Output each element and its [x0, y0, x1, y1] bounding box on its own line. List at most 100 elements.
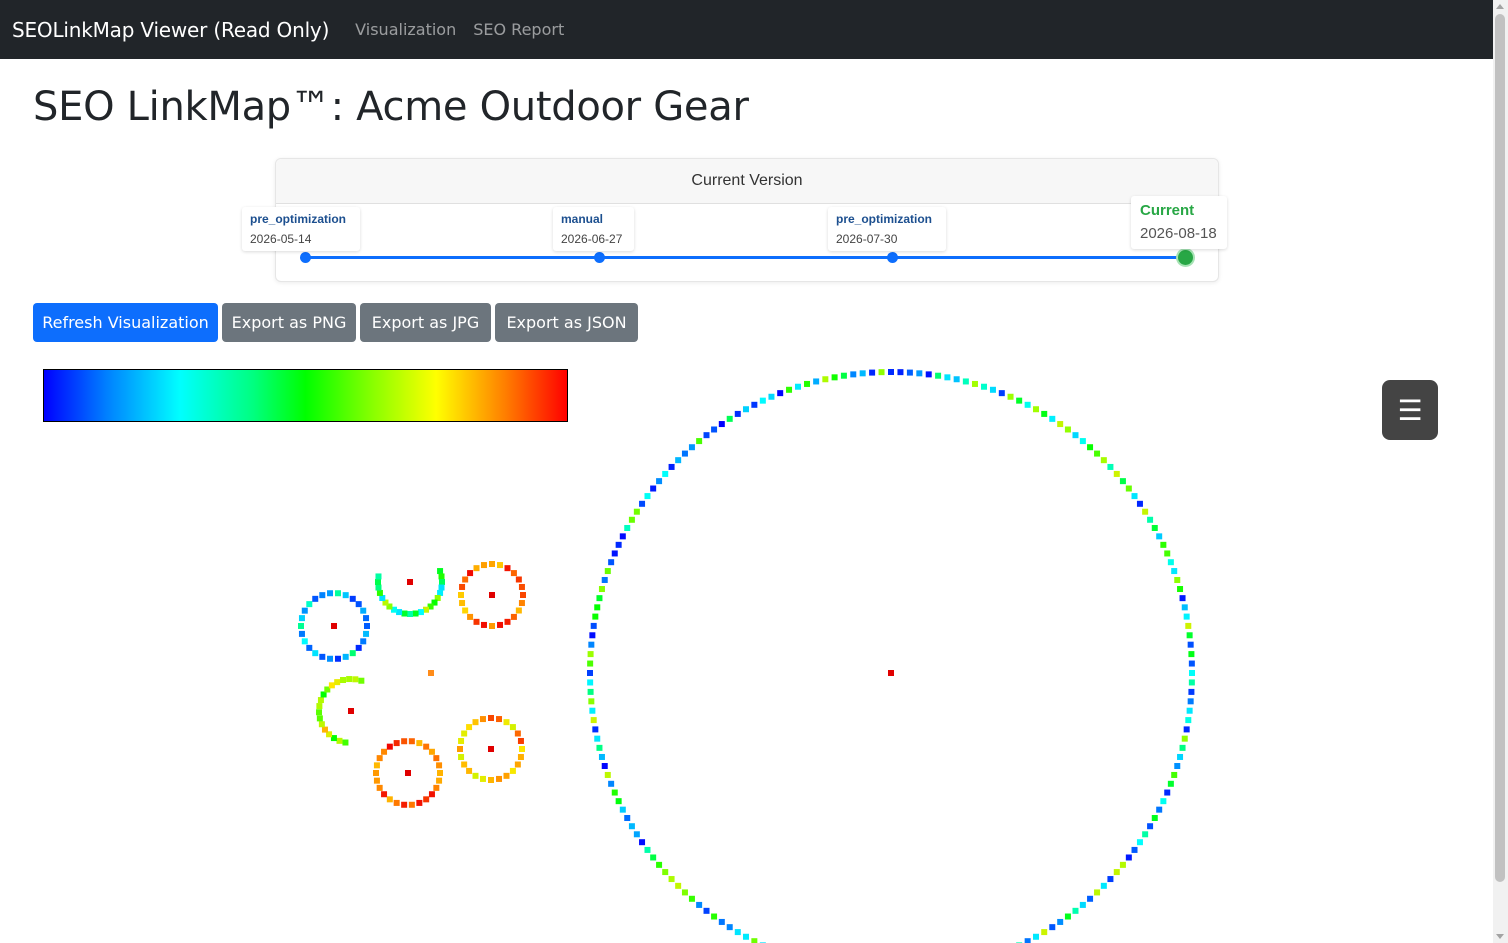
- page-node: [480, 562, 487, 569]
- page-node: [428, 791, 435, 798]
- page-node: [431, 599, 438, 606]
- page-node: [596, 595, 603, 602]
- scrollbar-thumb[interactable]: [1495, 14, 1505, 882]
- page-node: [342, 592, 349, 599]
- page-node: [1179, 595, 1186, 602]
- page-node: [461, 761, 468, 768]
- page-node: [588, 698, 595, 705]
- page-node: [319, 653, 326, 660]
- page-node: [1033, 933, 1040, 940]
- page-node: [1136, 500, 1143, 507]
- timeline-dot-version-1[interactable]: [300, 252, 311, 263]
- page-node: [298, 615, 305, 622]
- export-jpg-button[interactable]: Export as JPG: [360, 303, 491, 342]
- version-label-1[interactable]: pre_optimization 2026-05-14: [242, 207, 360, 251]
- page-title: SEO LinkMap™: Acme Outdoor Gear: [33, 84, 749, 130]
- color-scale-legend: [43, 369, 568, 422]
- page-node: [1151, 815, 1158, 822]
- timeline-dot-version-3[interactable]: [887, 252, 898, 263]
- page-node: [416, 740, 423, 747]
- page-node: [813, 378, 820, 385]
- page-node: [489, 561, 495, 567]
- timeline-track: [305, 256, 1187, 259]
- nav-link-seo-report[interactable]: SEO Report: [473, 20, 564, 39]
- page-node: [1049, 924, 1056, 931]
- page-node: [598, 586, 605, 593]
- page-node: [1100, 882, 1107, 889]
- page-node: [1185, 622, 1192, 629]
- page-node: [601, 763, 608, 770]
- page-node: [436, 777, 443, 784]
- page-node: [301, 638, 308, 645]
- page-node: [497, 562, 504, 569]
- menu-button[interactable]: ☰: [1382, 380, 1438, 440]
- page-node: [850, 371, 857, 378]
- page-node: [587, 679, 594, 686]
- page-scrollbar[interactable]: [1493, 0, 1508, 943]
- page-node: [1041, 929, 1048, 936]
- page-node: [1113, 470, 1120, 477]
- page-node: [1072, 907, 1079, 914]
- page-node: [1033, 406, 1040, 413]
- nav-link-visualization[interactable]: Visualization: [355, 20, 456, 39]
- page-node: [656, 861, 663, 868]
- page-node: [352, 676, 359, 683]
- page-node: [662, 869, 669, 876]
- page-node: [382, 599, 389, 606]
- page-node: [489, 623, 495, 629]
- page-node: [628, 823, 635, 830]
- page-node: [330, 735, 337, 742]
- page-node: [467, 613, 474, 620]
- page-node: [520, 592, 526, 598]
- refresh-visualization-button[interactable]: Refresh Visualization: [33, 303, 218, 342]
- version-label-current[interactable]: Current 2026-08-18: [1131, 196, 1227, 249]
- page-node: [458, 592, 464, 598]
- version-label-3[interactable]: pre_optimization 2026-07-30: [828, 207, 946, 251]
- version-name: pre_optimization: [250, 212, 347, 226]
- page-node: [587, 670, 593, 676]
- page-node: [1064, 426, 1071, 433]
- navbar-brand[interactable]: SEOLinkMap Viewer (Read Only): [12, 18, 329, 42]
- page-node: [590, 622, 597, 629]
- page-node: [726, 415, 733, 422]
- version-name: Current: [1140, 202, 1195, 219]
- hub-node: [488, 746, 494, 752]
- page-node: [1087, 895, 1094, 902]
- page-node: [1151, 524, 1158, 531]
- page-node: [458, 737, 465, 744]
- page-node: [650, 485, 657, 492]
- page-node: [650, 854, 657, 861]
- timeline-dot-version-2[interactable]: [594, 252, 605, 263]
- timeline-dot-current[interactable]: [1178, 250, 1193, 265]
- page-node: [619, 806, 626, 813]
- page-node: [1164, 550, 1171, 557]
- export-png-button[interactable]: Export as PNG: [222, 303, 356, 342]
- scroll-down-icon[interactable]: [1496, 934, 1504, 939]
- version-label-2[interactable]: manual 2026-06-27: [553, 207, 634, 251]
- export-json-button[interactable]: Export as JSON: [495, 303, 638, 342]
- page-node: [393, 740, 400, 747]
- page-node: [1094, 889, 1101, 896]
- page-node: [644, 846, 651, 853]
- hub-node: [489, 592, 495, 598]
- page-node: [334, 679, 341, 686]
- page-node: [328, 682, 335, 689]
- page-node: [320, 691, 327, 698]
- hub-node: [348, 708, 354, 714]
- page-node: [510, 570, 517, 577]
- page-node: [327, 655, 334, 662]
- page-node: [598, 753, 605, 760]
- version-name: manual: [561, 212, 604, 226]
- page-node: [1119, 861, 1126, 868]
- page-node: [496, 716, 503, 723]
- page-node: [436, 762, 443, 769]
- page-node: [510, 613, 517, 620]
- page-node: [306, 601, 313, 608]
- page-node: [944, 374, 951, 381]
- page-node: [601, 576, 608, 583]
- scroll-up-icon[interactable]: [1496, 4, 1504, 9]
- page-node: [306, 644, 313, 651]
- page-node: [1186, 632, 1193, 639]
- page-node: [515, 607, 522, 614]
- page-node: [592, 726, 599, 733]
